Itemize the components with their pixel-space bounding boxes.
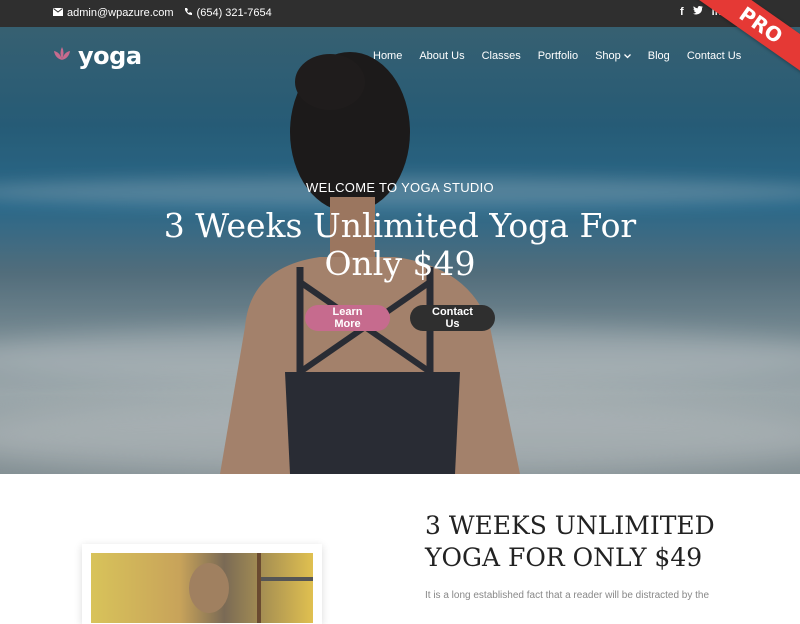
nav-classes[interactable]: Classes [482,50,521,62]
twitter-icon[interactable] [692,6,703,18]
main-nav: Home About Us Classes Portfolio Shop Blo… [373,50,741,62]
phone-link[interactable]: (654) 321-7654 [184,7,272,19]
intro-image-card [82,544,322,624]
nav-blog[interactable]: Blog [648,50,670,62]
nav-home[interactable]: Home [373,50,402,62]
lotus-icon [52,46,72,67]
nav-shop[interactable]: Shop [595,50,631,62]
contact-info: admin@wpazure.com (654) 321-7654 [53,7,272,19]
phone-text: (654) 321-7654 [196,7,272,19]
brand-name: yoga [78,42,142,70]
nav-about-us[interactable]: About Us [419,50,464,62]
hero-headline: 3 Weeks Unlimited Yoga For Only $49 [163,206,637,283]
email-link[interactable]: admin@wpazure.com [53,7,174,19]
site-logo[interactable]: yoga [52,42,142,70]
section-text: It is a long established fact that a rea… [425,590,710,601]
envelope-icon [53,7,63,19]
section-title: 3 WEEKS UNLIMITED YOGA FOR ONLY $49 [425,511,715,572]
nav-contact-us[interactable]: Contact Us [687,50,741,62]
hero-buttons: Learn More Contact Us [0,305,800,331]
learn-more-button[interactable]: Learn More [305,305,390,331]
contact-us-button[interactable]: Contact Us [410,305,495,331]
nav-portfolio[interactable]: Portfolio [538,50,578,62]
phone-icon [184,7,193,19]
hero-content: WELCOME TO YOGA STUDIO 3 Weeks Unlimited… [0,180,800,331]
chevron-down-icon [623,50,631,62]
facebook-icon[interactable]: f [680,6,684,18]
email-text: admin@wpazure.com [67,7,174,19]
intro-image [91,553,313,623]
top-bar: admin@wpazure.com (654) 321-7654 f in [0,0,800,27]
hero-eyebrow: WELCOME TO YOGA STUDIO [306,180,494,195]
nav-shop-label: Shop [595,50,621,62]
